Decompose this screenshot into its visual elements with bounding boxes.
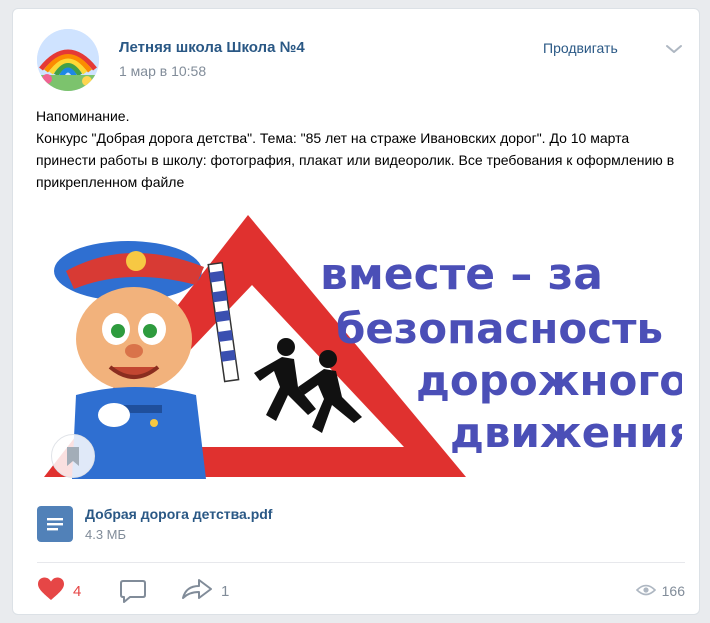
like-count: 4 [73,582,82,600]
post-author[interactable]: Летняя школа Школа №4 [119,39,305,56]
comment-button[interactable] [119,578,147,604]
post-text: Напоминание. Конкурс "Добрая дорога детс… [36,108,675,190]
eye-icon [635,583,656,600]
slogan-line-3: дорожного [416,356,682,405]
views-counter: 166 [635,581,685,601]
slogan-line-4: движения [450,408,682,457]
like-button[interactable]: 4 [37,577,82,605]
promote-button[interactable]: Продвигать [543,40,618,56]
slogan-line-2: безопасность [336,304,663,353]
post-card: Летняя школа Школа №4 1 мар в 10:58 Прод… [12,8,700,615]
share-button[interactable]: 1 [181,578,229,604]
document-icon[interactable] [37,506,73,542]
slogan-line-1: вместе – за [320,249,603,300]
views-count: 166 [661,583,685,599]
post-image[interactable]: вместе – за безопасность дорожного движе… [36,209,696,489]
share-count: 1 [221,582,230,600]
heart-icon [37,577,65,605]
share-icon [181,577,213,605]
attachment-size: 4.3 МБ [85,527,127,542]
bookmark-icon[interactable] [51,434,95,478]
avatar-image [37,29,99,91]
community-avatar[interactable] [37,29,99,91]
chevron-down-icon[interactable] [663,42,685,56]
attachment-name[interactable]: Добрая дорога детства.pdf [85,506,272,522]
footer-divider [37,562,685,563]
post-date[interactable]: 1 мар в 10:58 [119,63,206,79]
comment-icon [119,580,147,608]
